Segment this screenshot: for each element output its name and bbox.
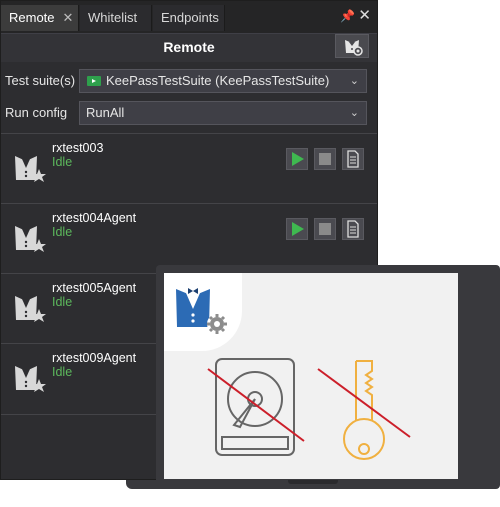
tab-bar: Remote ✕ Whitelist Endpoints 📌 ✕ xyxy=(1,1,377,33)
stop-icon xyxy=(319,153,331,165)
agent-status: Idle xyxy=(52,365,73,379)
chevron-down-icon: ⌄ xyxy=(349,107,359,119)
pin-icon[interactable]: 📌 xyxy=(340,9,355,23)
key-icon xyxy=(317,360,411,460)
play-icon xyxy=(292,152,304,166)
hard-drive-icon xyxy=(207,358,305,456)
panel-title: Remote xyxy=(163,39,215,55)
agent-name: rxtest003 xyxy=(52,141,104,155)
test-suite-select[interactable]: KeePassTestSuite (KeePassTestSuite) ⌄ xyxy=(79,69,367,93)
stop-button[interactable] xyxy=(314,148,336,170)
run-config-value: RunAll xyxy=(86,105,125,120)
agent-status: Idle xyxy=(52,225,73,239)
tab-endpoints-label: Endpoints xyxy=(161,10,219,25)
tab-remote-label: Remote xyxy=(9,10,55,25)
agent-row[interactable]: rxtest004Agent Idle xyxy=(1,203,377,274)
butler-with-star-icon xyxy=(15,296,46,322)
stop-button[interactable] xyxy=(314,218,336,240)
report-icon xyxy=(347,220,359,238)
tab-remote[interactable]: Remote ✕ xyxy=(1,5,79,31)
butler-with-star-icon xyxy=(15,156,46,182)
agent-name: rxtest004Agent xyxy=(52,211,137,225)
play-icon xyxy=(292,222,304,236)
butler-with-star-icon xyxy=(15,226,46,252)
run-button[interactable] xyxy=(286,148,308,170)
test-suite-label: Test suite(s) xyxy=(5,73,76,88)
report-button[interactable] xyxy=(342,218,364,240)
run-config-label: Run config xyxy=(5,105,68,120)
agent-name: rxtest009Agent xyxy=(52,351,137,365)
report-button[interactable] xyxy=(342,148,364,170)
tab-whitelist[interactable]: Whitelist xyxy=(80,5,152,31)
test-suite-icon xyxy=(87,76,101,86)
agent-row[interactable]: rxtest003 Idle xyxy=(1,133,377,204)
agent-status: Idle xyxy=(52,295,73,309)
laptop-screen xyxy=(164,273,458,479)
laptop-notch xyxy=(288,480,338,484)
butler-gear-icon xyxy=(345,40,363,56)
run-button[interactable] xyxy=(286,218,308,240)
butler-gear-icon xyxy=(176,288,227,334)
stop-icon xyxy=(319,223,331,235)
agent-badge xyxy=(164,273,242,351)
agent-settings-button[interactable] xyxy=(335,34,369,58)
tab-close-icon[interactable]: ✕ xyxy=(63,10,74,25)
close-icon[interactable]: ✕ xyxy=(358,6,371,24)
chevron-down-icon: ⌄ xyxy=(349,75,359,87)
agent-status: Idle xyxy=(52,155,73,169)
panel-header: Remote xyxy=(1,33,377,62)
tab-whitelist-label: Whitelist xyxy=(88,10,138,25)
test-suite-value: KeePassTestSuite (KeePassTestSuite) xyxy=(106,73,330,88)
run-config-select[interactable]: RunAll ⌄ xyxy=(79,101,367,125)
tab-endpoints[interactable]: Endpoints xyxy=(153,5,225,31)
agent-name: rxtest005Agent xyxy=(52,281,137,295)
butler-with-star-icon xyxy=(15,366,46,392)
report-icon xyxy=(347,150,359,168)
